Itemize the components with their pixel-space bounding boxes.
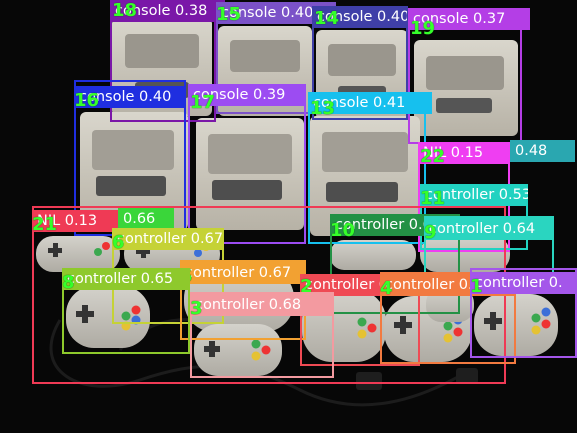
bbox-index-14: 14 <box>314 8 340 29</box>
controller-pad <box>194 324 282 376</box>
bbox-label-20: 0.48 <box>510 140 575 162</box>
bbox-label-9: controller 0.64 <box>424 218 554 240</box>
bbox-label-5: controller 0.67 <box>180 262 306 284</box>
bbox-label-8: controller 0.65 <box>62 268 190 290</box>
bbox-index-13: 13 <box>310 98 336 119</box>
bbox-index-1: 1 <box>470 276 483 297</box>
bbox-index-3: 3 <box>190 298 203 319</box>
bbox-index-19: 19 <box>410 18 436 39</box>
controller-pad <box>474 294 558 356</box>
controller-pad <box>330 240 416 270</box>
bbox-index-11: 11 <box>420 188 446 209</box>
bbox-index-6: 6 <box>112 232 125 253</box>
console-unit <box>196 118 304 230</box>
bbox-label-7: 0.66 <box>118 208 174 230</box>
annotated-photo: console 0.38 18 console 0.40 15 console 0.40… <box>0 0 577 433</box>
bbox-index-8: 8 <box>62 272 75 293</box>
bbox-index-16: 16 <box>74 90 100 111</box>
bbox-label-3: controller 0.68 <box>190 294 334 316</box>
bbox-index-21: 21 <box>32 214 58 235</box>
console-unit <box>414 40 518 136</box>
bbox-index-4: 4 <box>380 278 393 299</box>
bbox-index-9: 9 <box>424 222 437 243</box>
bbox-index-18: 18 <box>112 0 138 21</box>
bbox-index-15: 15 <box>216 4 242 25</box>
bbox-label-6: controller 0.67 <box>112 228 224 250</box>
controller-pad <box>36 236 120 272</box>
bbox-label-1: controller 0. <box>470 272 577 294</box>
bbox-index-10: 10 <box>330 220 356 241</box>
bbox-index-17: 17 <box>190 92 216 113</box>
bbox-index-22: 22 <box>420 146 446 167</box>
controller-pad <box>66 286 150 348</box>
